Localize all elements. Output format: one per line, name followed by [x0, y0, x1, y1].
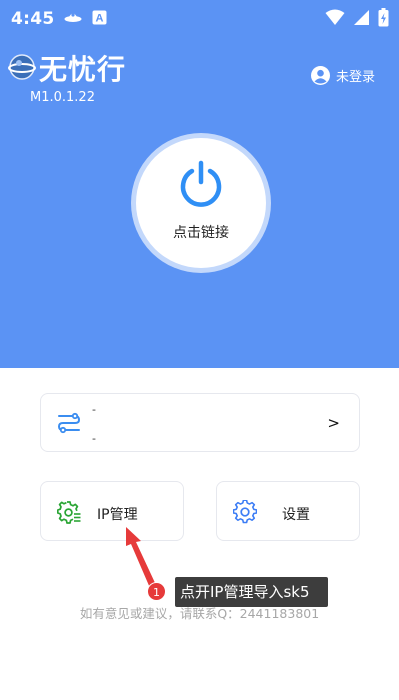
server-detail: -: [92, 432, 96, 445]
app-screen: 4:45 A 无忧行 M1.0.1.22 未登录 点击链接 - - > IP管理…: [0, 0, 399, 700]
ip-management-label: IP管理: [97, 507, 138, 523]
server-selector[interactable]: - - >: [40, 393, 360, 452]
server-name: -: [92, 403, 96, 416]
ip-management-button[interactable]: IP管理: [40, 481, 184, 541]
settings-button[interactable]: 设置: [216, 481, 360, 541]
login-button[interactable]: 未登录: [311, 66, 375, 85]
status-right-icons: [325, 8, 389, 27]
login-label: 未登录: [336, 70, 376, 85]
status-time: 4:45: [11, 9, 55, 29]
connect-label: 点击链接: [173, 225, 229, 241]
ufo-icon: [64, 13, 82, 22]
app-version: M1.0.1.22: [30, 90, 95, 105]
power-icon: [180, 160, 222, 207]
annotation-tooltip: 点开IP管理导入sk5: [175, 577, 328, 607]
wifi-icon: [325, 9, 345, 25]
signal-icon: [354, 10, 369, 25]
app-logo-icon: [8, 54, 36, 80]
svg-text:A: A: [96, 12, 104, 24]
annotation-arrow-icon: [126, 527, 156, 588]
status-left-icons: A: [64, 9, 107, 25]
annotation-badge: 1: [147, 582, 166, 601]
connect-button[interactable]: 点击链接: [136, 138, 266, 268]
status-bar: 4:45 A: [0, 0, 399, 36]
gear-icon: [233, 500, 257, 524]
route-icon: [57, 412, 81, 434]
battery-icon: [378, 8, 389, 27]
chevron-right-icon: >: [327, 414, 340, 432]
gear-list-icon: [57, 501, 81, 524]
settings-label: 设置: [282, 507, 310, 523]
user-avatar-icon: [311, 66, 330, 85]
header-panel: 4:45 A 无忧行 M1.0.1.22 未登录 点击链接: [0, 0, 399, 368]
app-title: 无忧行: [39, 53, 127, 86]
a-notification-icon: A: [92, 10, 107, 24]
